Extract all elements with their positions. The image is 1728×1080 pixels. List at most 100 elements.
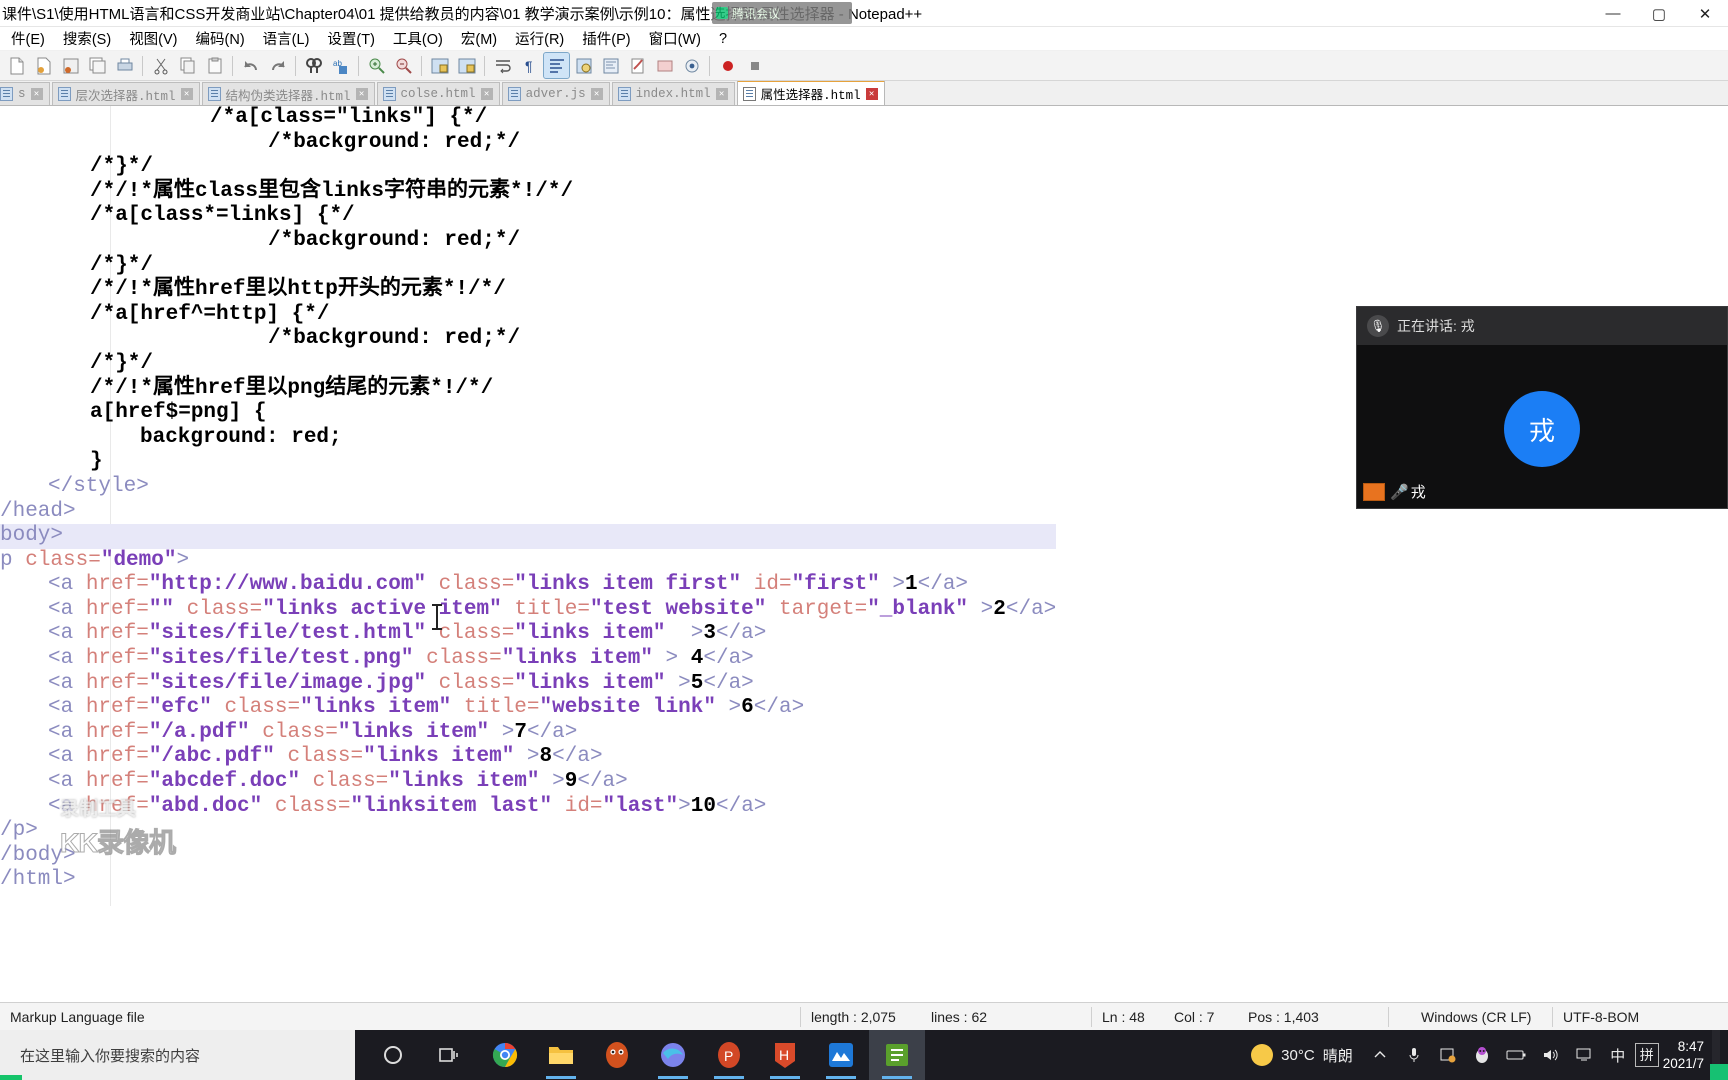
tab-close-icon[interactable]: ✕ [480,88,493,100]
function-list-icon[interactable] [625,53,650,78]
battery-icon[interactable] [1499,1030,1533,1080]
menu-item-run[interactable]: 运行(R) [506,27,573,50]
cortana-icon[interactable] [365,1030,421,1080]
status-eol-format[interactable]: Windows (CR LF) [1389,1003,1552,1031]
redo-icon[interactable] [265,53,290,78]
code-line[interactable]: <a href="http://www.baidu.com" class="li… [0,573,1056,598]
code-line[interactable]: <a href="efc" class="links item" title="… [0,696,1056,721]
code-line[interactable]: /*background: red;*/ [0,131,1056,156]
status-encoding[interactable]: UTF-8-BOM [1553,1003,1649,1031]
network-icon[interactable] [1567,1030,1601,1080]
microphone-icon[interactable] [1397,1030,1431,1080]
code-line[interactable]: /*background: red;*/ [0,327,1056,352]
tab-close-icon[interactable]: ✕ [590,88,603,100]
code-line[interactable]: /head> [0,500,1056,525]
tab-index-html[interactable]: index.html ✕ [611,82,735,105]
code-line[interactable]: /html> [0,868,1056,893]
code-line[interactable]: /*a[class*=links] {*/ [0,204,1056,229]
close-button[interactable]: ✕ [1682,0,1728,27]
code-line[interactable]: } [0,450,1056,475]
code-line[interactable]: /*/!*属性href里以http开头的元素*!/*/ [0,278,1056,303]
weather-widget[interactable]: 30°C 晴朗 [1241,1044,1363,1066]
tab-clipped[interactable]: s ✕ [0,82,50,105]
search-input[interactable]: 在这里输入你要搜索的内容 [0,1030,355,1080]
code-line[interactable]: /*}*/ [0,352,1056,377]
code-line[interactable]: <a href="/a.pdf" class="links item" >7</… [0,721,1056,746]
menu-item-language[interactable]: 语言(L) [254,27,319,50]
show-doc-map-icon[interactable] [598,53,623,78]
ime-pinyin-icon[interactable]: 拼 [1634,1043,1659,1067]
stop-macro-icon[interactable] [742,53,767,78]
menu-item-view[interactable]: 视图(V) [120,27,186,50]
menu-item-encoding[interactable]: 编码(N) [187,27,254,50]
copy-icon[interactable] [175,53,200,78]
paste-icon[interactable] [202,53,227,78]
code-line[interactable]: /p> [0,819,1056,844]
sync-vertical-icon[interactable] [427,53,452,78]
menu-item-search[interactable]: 搜索(S) [54,27,120,50]
tab-close-icon[interactable]: ✕ [30,88,43,100]
tab-close-icon[interactable]: ✕ [355,88,368,100]
tencent-meeting-video-panel[interactable]: 🎙 正在讲话: 戎 戎 🎤 戎 [1356,306,1728,509]
zoom-in-icon[interactable] [364,53,389,78]
menu-item-tools[interactable]: 工具(O) [384,27,452,50]
folder-as-workspace-icon[interactable] [652,53,677,78]
tab-close-icon[interactable]: ✕ [715,88,728,100]
code-line[interactable]: /*/!*属性class里包含links字符串的元素*!/*/ [0,180,1056,205]
word-wrap-icon[interactable] [490,53,515,78]
code-line[interactable]: background: red; [0,426,1056,451]
user-define-dialog-icon[interactable] [571,53,596,78]
notepadpp-icon[interactable] [869,1030,925,1080]
code-line[interactable]: </style> [0,475,1056,500]
save-file-icon[interactable] [58,53,83,78]
code-line[interactable]: body> [0,524,1057,549]
code-line[interactable]: /*/!*属性href里以png结尾的元素*!/*/ [0,377,1056,402]
code-line[interactable]: <a href="sites/file/test.png" class="lin… [0,647,1056,672]
chevron-up-icon[interactable] [1363,1030,1397,1080]
menu-item-file[interactable]: 件(E) [2,27,54,50]
replace-icon[interactable]: ab [328,53,353,78]
tab-shuxing-xuanzeqi-html[interactable]: 属性选择器.html ✕ [736,81,885,105]
indent-guide-icon[interactable] [543,52,570,79]
task-view-icon[interactable] [421,1030,477,1080]
menu-item-help[interactable]: ? [710,30,736,48]
edge-icon[interactable] [645,1030,701,1080]
volume-icon[interactable] [1533,1030,1567,1080]
save-all-icon[interactable] [85,53,110,78]
code-line[interactable]: p class="demo"> [0,549,1056,574]
code-line[interactable]: <a href="/abc.pdf" class="links item" >8… [0,745,1056,770]
code-line[interactable]: <a href="abcdef.doc" class="links item" … [0,770,1056,795]
menu-item-plugins[interactable]: 插件(P) [573,27,639,50]
open-file-icon[interactable] [31,53,56,78]
tab-adver-js[interactable]: adver.js ✕ [501,82,610,105]
code-line[interactable]: /*a[class="links"] {*/ [0,106,1056,131]
show-all-chars-icon[interactable]: ¶ [517,53,542,78]
powerpoint-icon[interactable]: P [701,1030,757,1080]
code-line[interactable]: a[href$=png] { [0,401,1056,426]
screenshot-icon[interactable] [1431,1030,1465,1080]
code-line[interactable]: /body> [0,844,1056,869]
code-line[interactable]: <a href="" class="links active item" tit… [0,598,1056,623]
code-line[interactable]: <a href="sites/file/image.jpg" class="li… [0,672,1056,697]
code-line[interactable]: /*a[href^=http] {*/ [0,303,1056,328]
code-line[interactable]: /*background: red;*/ [0,229,1056,254]
code-line[interactable]: /*}*/ [0,155,1056,180]
tencent-meeting-overlay-chip[interactable]: 腾讯会议 [712,2,852,24]
code-line[interactable]: <a href="sites/file/test.html" class="li… [0,622,1056,647]
code-text-area[interactable]: /*a[class="links"] {*//*background: red;… [0,106,1057,893]
zoom-out-icon[interactable] [391,53,416,78]
maximize-button[interactable]: ▢ [1636,0,1682,27]
tab-jiegou-weilei-xuanzeqi[interactable]: 结构伪类选择器.html ✕ [201,82,375,105]
ime-chinese-icon[interactable]: 中 [1601,1030,1635,1080]
menu-item-macro[interactable]: 宏(M) [452,27,506,50]
cut-icon[interactable] [148,53,173,78]
sync-horizontal-icon[interactable] [454,53,479,78]
menu-item-settings[interactable]: 设置(T) [318,27,384,50]
clock-widget[interactable]: 8:47 2021/7 [1659,1038,1712,1072]
xmind-icon[interactable] [813,1030,869,1080]
record-macro-icon[interactable] [715,53,740,78]
chrome-icon[interactable] [477,1030,533,1080]
minimize-button[interactable]: — [1590,0,1636,27]
hbuilder-icon[interactable]: H [757,1030,813,1080]
code-line[interactable]: /*}*/ [0,254,1056,279]
